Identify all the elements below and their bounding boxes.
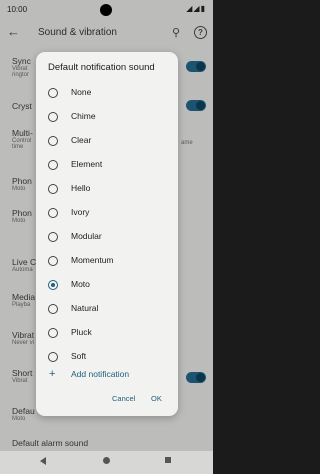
radio-button[interactable] bbox=[48, 352, 58, 362]
option-label: Pluck bbox=[71, 327, 92, 337]
radio-button-selected[interactable] bbox=[48, 280, 58, 290]
option-pluck[interactable]: Pluck bbox=[36, 322, 178, 346]
option-label: Hello bbox=[71, 183, 91, 193]
option-momentum[interactable]: Momentum bbox=[36, 250, 178, 274]
option-label: Modular bbox=[71, 231, 102, 241]
radio-button[interactable] bbox=[48, 112, 58, 122]
option-label: Ivory bbox=[71, 207, 90, 217]
radio-button[interactable] bbox=[48, 208, 58, 218]
radio-button[interactable] bbox=[48, 184, 58, 194]
radio-button[interactable] bbox=[48, 136, 58, 146]
option-label: Natural bbox=[71, 303, 99, 313]
nav-back-icon[interactable] bbox=[40, 457, 46, 465]
option-hello[interactable]: Hello bbox=[36, 178, 178, 202]
option-chime[interactable]: Chime bbox=[36, 106, 178, 130]
dialog-title: Default notification sound bbox=[48, 62, 155, 73]
option-modular[interactable]: Modular bbox=[36, 226, 178, 250]
cancel-button[interactable]: Cancel bbox=[112, 394, 135, 403]
option-label: Chime bbox=[71, 111, 96, 121]
option-moto[interactable]: Moto bbox=[36, 274, 178, 298]
radio-button[interactable] bbox=[48, 232, 58, 242]
option-label: Momentum bbox=[71, 255, 114, 265]
option-natural[interactable]: Natural bbox=[36, 298, 178, 322]
option-label: Element bbox=[71, 159, 103, 169]
nav-recents-icon[interactable] bbox=[165, 457, 171, 463]
ok-button[interactable]: OK bbox=[151, 394, 162, 403]
plus-icon: + bbox=[49, 368, 56, 380]
notification-sound-dialog: Default notification sound None Chime Cl… bbox=[36, 52, 178, 416]
option-label: None bbox=[71, 87, 92, 97]
add-notification-label: Add notification bbox=[71, 369, 130, 379]
option-label: Soft bbox=[71, 351, 87, 361]
radio-button[interactable] bbox=[48, 256, 58, 266]
nav-home-icon[interactable] bbox=[103, 457, 110, 464]
option-element[interactable]: Element bbox=[36, 154, 178, 178]
radio-button[interactable] bbox=[48, 88, 58, 98]
option-none[interactable]: None bbox=[36, 82, 178, 106]
navigation-bar bbox=[0, 451, 213, 474]
add-notification-button[interactable]: + Add notification bbox=[36, 366, 178, 386]
option-clear[interactable]: Clear bbox=[36, 130, 178, 154]
radio-button[interactable] bbox=[48, 304, 58, 314]
radio-button[interactable] bbox=[48, 160, 58, 170]
option-label: Clear bbox=[71, 135, 92, 145]
screen: 10:00 ◢◢▮ ← Sound & vibration ⚲ ? Sync V… bbox=[0, 0, 213, 474]
option-ivory[interactable]: Ivory bbox=[36, 202, 178, 226]
radio-button[interactable] bbox=[48, 328, 58, 338]
option-label: Moto bbox=[71, 279, 90, 289]
